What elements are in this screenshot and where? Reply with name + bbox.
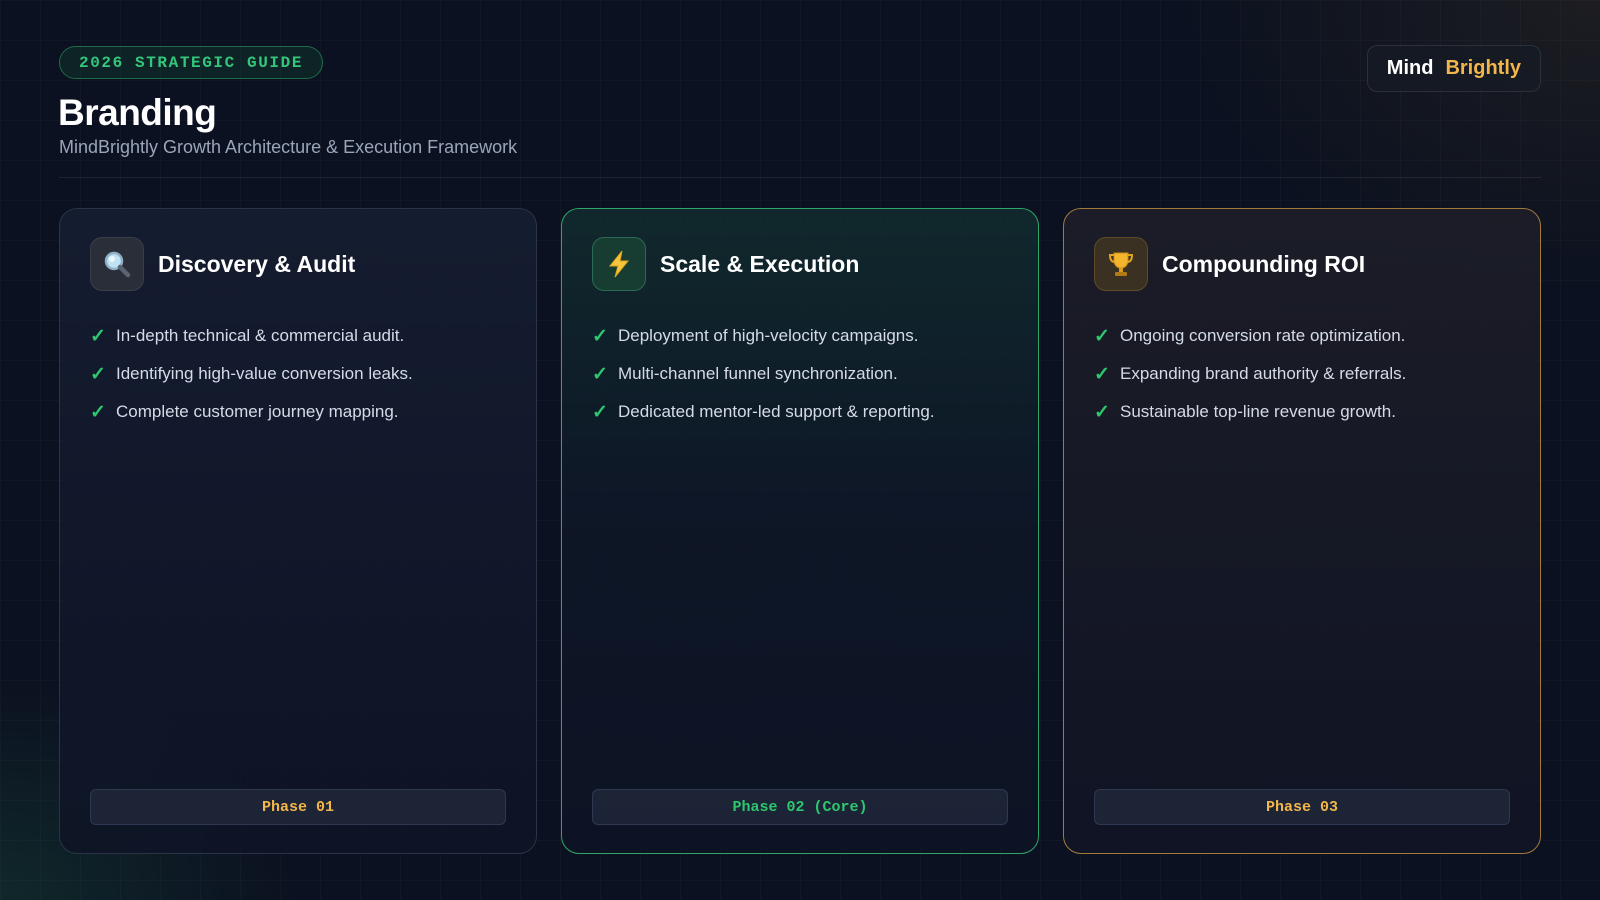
logo-text-brightly: Brightly — [1445, 57, 1521, 79]
check-icon: ✓ — [592, 363, 608, 385]
list-item: ✓ Expanding brand authority & referrals. — [1094, 355, 1406, 393]
check-icon: ✓ — [90, 401, 106, 423]
check-icon: ✓ — [1094, 363, 1110, 385]
phase-label: Phase 02 (Core) — [592, 789, 1008, 825]
lightning-bolt-icon — [592, 237, 646, 291]
check-icon: ✓ — [592, 325, 608, 347]
point-text: Sustainable top-line revenue growth. — [1120, 402, 1396, 421]
phase-cards: Discovery & Audit ✓ In-depth technical & … — [59, 208, 1541, 854]
logo-text-mind: Mind — [1386, 57, 1434, 79]
phase-label: Phase 01 — [90, 789, 506, 825]
point-text: Multi-channel funnel synchronization. — [618, 364, 898, 383]
check-icon: ✓ — [592, 401, 608, 423]
point-text: Deployment of high-velocity campaigns. — [618, 326, 919, 345]
card-points: ✓ Ongoing conversion rate optimization. ✓… — [1094, 317, 1406, 431]
list-item: ✓ Complete customer journey mapping. — [90, 393, 413, 431]
list-item: ✓ In-depth technical & commercial audit. — [90, 317, 413, 355]
check-icon: ✓ — [1094, 325, 1110, 347]
list-item: ✓ Identifying high-value conversion leaks… — [90, 355, 413, 393]
list-item: ✓ Multi-channel funnel synchronization. — [592, 355, 935, 393]
list-item: ✓ Ongoing conversion rate optimization. — [1094, 317, 1406, 355]
magnifier-icon — [90, 237, 144, 291]
point-text: Dedicated mentor-led support & reporting… — [618, 402, 935, 421]
point-text: Identifying high-value conversion leaks. — [116, 364, 413, 383]
card-points: ✓ In-depth technical & commercial audit. … — [90, 317, 413, 431]
point-text: Expanding brand authority & referrals. — [1120, 364, 1407, 383]
list-item: ✓ Dedicated mentor-led support & reportin… — [592, 393, 935, 431]
phase-card-scale: Scale & Execution ✓ Deployment of high-ve… — [561, 208, 1039, 854]
phase-card-roi: Compounding ROI ✓ Ongoing conversion rate… — [1063, 208, 1541, 854]
phase-label: Phase 03 — [1094, 789, 1510, 825]
card-header: Scale & Execution — [592, 237, 859, 291]
trophy-icon — [1094, 237, 1148, 291]
header-divider — [59, 177, 1541, 178]
list-item: ✓ Sustainable top-line revenue growth. — [1094, 393, 1406, 431]
card-header: Discovery & Audit — [90, 237, 355, 291]
point-text: Complete customer journey mapping. — [116, 402, 399, 421]
check-icon: ✓ — [90, 363, 106, 385]
card-points: ✓ Deployment of high-velocity campaigns. … — [592, 317, 935, 431]
card-title: Discovery & Audit — [158, 250, 356, 277]
page-subtitle: MindBrightly Growth Architecture & Execu… — [59, 137, 518, 157]
check-icon: ✓ — [90, 325, 106, 347]
brand-logo: Mind Brightly — [1366, 45, 1541, 92]
phase-card-discovery: Discovery & Audit ✓ In-depth technical & … — [59, 208, 537, 854]
point-text: Ongoing conversion rate optimization. — [1120, 326, 1406, 345]
list-item: ✓ Deployment of high-velocity campaigns. — [592, 317, 935, 355]
strategic-guide-badge: 2026 STRATEGIC GUIDE — [59, 46, 324, 79]
page-title: Branding — [58, 92, 217, 133]
card-title: Scale & Execution — [660, 250, 860, 277]
card-title: Compounding ROI — [1162, 250, 1366, 277]
check-icon: ✓ — [1094, 401, 1110, 423]
point-text: In-depth technical & commercial audit. — [116, 326, 405, 345]
card-header: Compounding ROI — [1094, 237, 1365, 291]
